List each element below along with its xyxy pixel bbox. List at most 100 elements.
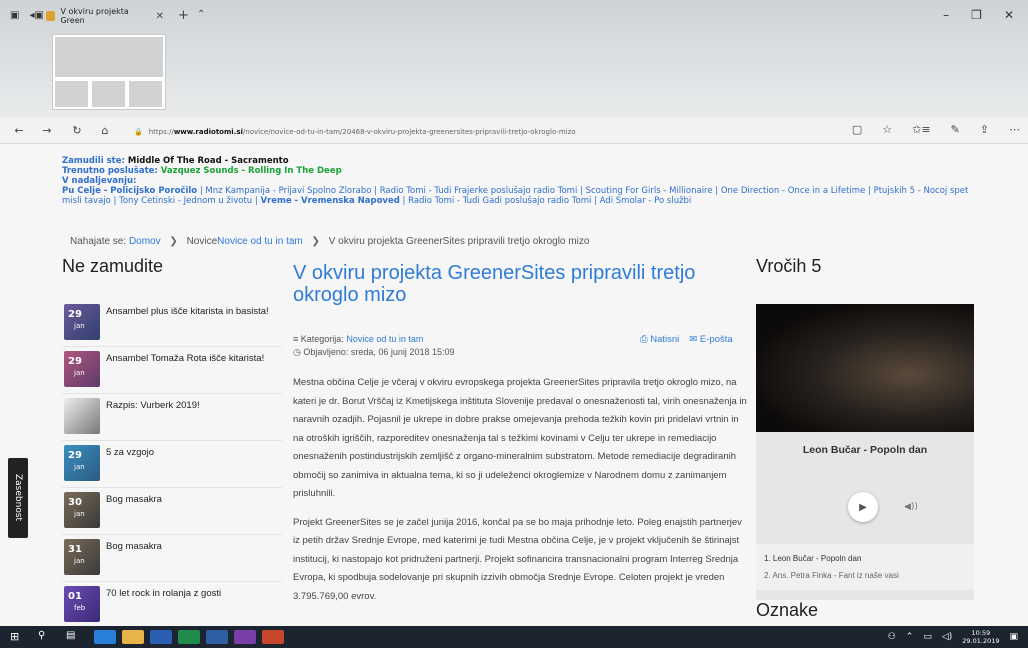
people-icon[interactable]: ⚇: [888, 632, 896, 642]
preview-block: [129, 81, 162, 107]
lock-icon: 🔒: [134, 128, 143, 136]
file-explorer-icon[interactable]: [122, 630, 144, 644]
volume-icon[interactable]: ◀)): [904, 502, 918, 512]
browser-navbar: ← → ↻ ⌂ 🔒 https://www.radiotomi.si/novic…: [0, 118, 1028, 144]
article-paragraph: Mestna občina Celje je včeraj v okviru e…: [293, 377, 747, 499]
event-thumbnail[interactable]: [64, 398, 100, 434]
network-icon[interactable]: ▭: [923, 632, 932, 642]
event-thumbnail[interactable]: 01 feb: [64, 586, 100, 622]
powerpoint-icon[interactable]: [262, 630, 284, 644]
breadcrumb-prefix: Nahajate se:: [70, 236, 127, 247]
privacy-tab[interactable]: Zasebnost: [8, 458, 28, 538]
missed-label: Zamudili ste:: [62, 156, 125, 166]
browser-tab[interactable]: V okviru projekta Green ✕: [40, 5, 168, 27]
more-icon[interactable]: ⋯: [1009, 123, 1020, 136]
tab-manager-icons[interactable]: ▣ ◂▣: [10, 10, 44, 21]
close-window-button[interactable]: ✕: [1004, 8, 1014, 22]
list-item[interactable]: 31 jan Bog masakra: [62, 535, 282, 582]
category-icon: ≡: [293, 334, 299, 344]
article-actions: ⎙ Natisni ✉ E-pošta: [640, 334, 733, 345]
breadcrumb-home-link[interactable]: Domov: [129, 236, 161, 247]
notes-pen-icon[interactable]: ✎: [951, 123, 960, 136]
breadcrumb-current: V okviru projekta GreenerSites pripravil…: [328, 236, 590, 247]
new-tab-button[interactable]: +: [178, 8, 189, 23]
play-icon: ▶: [859, 501, 867, 513]
article-meta: ≡ Kategorija: Novice od tu in tam ◷ Obja…: [293, 334, 454, 361]
list-item-link[interactable]: 70 let rock in rolanja z gosti: [106, 588, 276, 599]
preview-block: [55, 37, 163, 77]
event-thumbnail[interactable]: 29 jan: [64, 304, 100, 340]
radio-ticker: Zamudili ste: Middle Of The Road - Sacra…: [62, 156, 982, 206]
clock[interactable]: 10:59 29.01.2019: [962, 629, 999, 645]
forward-button[interactable]: →: [36, 124, 58, 137]
up-next-item: Pu Celje - Policijsko Poročilo: [62, 186, 198, 196]
tab-preview-thumbnail[interactable]: [52, 34, 166, 110]
favorites-hub-icon[interactable]: ✩≡: [912, 123, 930, 136]
list-item[interactable]: 01 feb 70 let rock in rolanja z gosti: [62, 582, 282, 629]
search-icon[interactable]: ⚲: [38, 630, 60, 644]
playlist-item[interactable]: 2. Ans. Petra Finka - Fant iz naše vasi: [764, 567, 966, 584]
list-item[interactable]: 30 jan Bog masakra: [62, 488, 282, 535]
home-button[interactable]: ⌂: [94, 124, 116, 137]
tab-close-icon[interactable]: ✕: [156, 11, 164, 22]
address-bar[interactable]: 🔒 https://www.radiotomi.si/novice/novice…: [134, 124, 874, 140]
up-next-item: | Radio Tomi - Tudi Gadi poslušajo radio…: [399, 196, 692, 206]
up-next-label: V nadaljevanju:: [62, 176, 137, 186]
share-icon[interactable]: ⇪: [980, 123, 989, 136]
refresh-button[interactable]: ↻: [66, 124, 88, 137]
preview-block: [92, 81, 125, 107]
artist-photo: [756, 304, 974, 432]
now-playing-title: Leon Bučar - Popoln dan: [802, 444, 928, 456]
edge-browser-icon[interactable]: [94, 630, 116, 644]
article-title[interactable]: V okviru projekta GreenerSites pripravil…: [293, 262, 743, 306]
list-item[interactable]: 29 jan 5 za vzgojo: [62, 441, 282, 488]
windows-taskbar: ⊞ ⚲ ▤ ⚇ ⌃ ▭ ◁) 10:59 29.01.2019 ▣: [0, 626, 1028, 648]
list-item[interactable]: Razpis: Vurberk 2019!: [62, 394, 282, 441]
tabs-aside-icon[interactable]: ▣: [10, 10, 19, 21]
minimize-button[interactable]: –: [943, 8, 949, 22]
tab-title: V okviru projekta Green: [60, 7, 129, 25]
audio-player: Leon Bučar - Popoln dan ▶ ◀)) 1. Leon Bu…: [756, 304, 974, 600]
list-item-link[interactable]: 5 za vzgojo: [106, 447, 276, 458]
event-thumbnail[interactable]: 29 jan: [64, 445, 100, 481]
print-button[interactable]: ⎙ Natisni: [640, 334, 679, 345]
list-item-link[interactable]: Ansambel plus išče kitarista in basista!: [106, 306, 276, 317]
list-item-link[interactable]: Bog masakra: [106, 541, 276, 552]
event-thumbnail[interactable]: 30 jan: [64, 492, 100, 528]
tray-chevron-icon[interactable]: ⌃: [906, 632, 914, 642]
breadcrumb-subsection-link[interactable]: Novice od tu in tam: [217, 236, 303, 247]
restore-button[interactable]: ❐: [971, 8, 982, 22]
article-body: Mestna občina Celje je včeraj v okviru e…: [293, 374, 748, 616]
category-link[interactable]: Novice od tu in tam: [346, 334, 423, 344]
favorite-star-icon[interactable]: ☆: [882, 123, 892, 136]
playlist-item[interactable]: 1. Leon Bučar - Popoln dan: [764, 550, 966, 567]
list-item[interactable]: 29 jan Ansambel Tomaža Rota išče kitarist…: [62, 347, 282, 394]
word-icon[interactable]: [150, 630, 172, 644]
outlook-icon[interactable]: [206, 630, 228, 644]
reading-view-icon[interactable]: ▢: [852, 123, 862, 136]
missed-list: 29 jan Ansambel plus išče kitarista in ba…: [62, 300, 282, 629]
play-button[interactable]: ▶: [848, 492, 878, 522]
back-button[interactable]: ←: [8, 124, 30, 137]
preview-block: [55, 81, 88, 107]
system-tray: ⚇ ⌃ ▭ ◁) 10:59 29.01.2019 ▣: [888, 629, 1018, 645]
list-item[interactable]: 29 jan Ansambel plus išče kitarista in ba…: [62, 300, 282, 347]
notifications-icon[interactable]: ▣: [1009, 632, 1018, 642]
event-thumbnail[interactable]: 31 jan: [64, 539, 100, 575]
event-thumbnail[interactable]: 29 jan: [64, 351, 100, 387]
list-item-link[interactable]: Ansambel Tomaža Rota išče kitarista!: [106, 353, 276, 364]
site-favicon-icon: [46, 11, 56, 21]
up-next-item: Vreme - Vremenska Napoved: [260, 196, 400, 206]
list-item-link[interactable]: Bog masakra: [106, 494, 276, 505]
excel-icon[interactable]: [178, 630, 200, 644]
published-date: Objavljeno: sreda, 06 junij 2018 15:09: [303, 347, 455, 357]
volume-tray-icon[interactable]: ◁): [942, 632, 952, 642]
email-button[interactable]: ✉ E-pošta: [689, 334, 732, 345]
list-item-link[interactable]: Razpis: Vurberk 2019!: [106, 400, 276, 411]
windows-start-icon[interactable]: ⊞: [10, 630, 32, 644]
onenote-icon[interactable]: [234, 630, 256, 644]
window-controls: – ❐ ✕: [943, 8, 1014, 22]
tags-title: Oznake: [756, 600, 819, 620]
task-view-icon[interactable]: ▤: [66, 630, 88, 644]
tab-preview-toggle-icon[interactable]: ⌃: [197, 9, 205, 20]
